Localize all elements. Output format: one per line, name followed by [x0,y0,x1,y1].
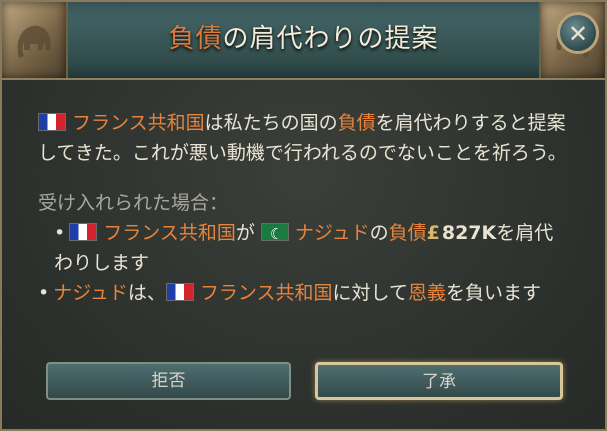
dialog-title: 負債の肩代わりの提案 [66,18,541,55]
debt-amount: 827K [441,222,497,244]
bullet1-debt-word[interactable]: 負債 [389,222,427,244]
message-paragraph: フランス共和国は私たちの国の負債を肩代わりすると提案してきた。これが悪い動機で行… [38,108,569,168]
bullet1-particle: が [235,222,255,244]
message-debt-word[interactable]: 負債 [338,112,376,134]
debt-takeover-dialog: 負債の肩代わりの提案 ✕ フランス共和国は私たちの国の負債を肩代わりすると提案し… [0,0,607,431]
pound-icon: £ [426,222,440,244]
title-rest: の肩代わりの提案 [222,24,439,54]
message-country-link[interactable]: フランス共和国 [72,112,205,134]
bullet2-text1: は、 [127,282,166,304]
bullet2-country[interactable]: フランス共和国 [200,282,333,304]
najd-flag-icon [260,219,289,249]
bullet2-text3: を負います [445,282,541,304]
reject-button[interactable]: 拒否 [46,362,291,400]
bullet-dot: • [38,282,50,304]
effect-bullet-favor: • ナジュドは、 フランス共和国に対して恩義を負います [38,278,569,308]
bullet1-country[interactable]: フランス共和国 [103,222,236,244]
bullet2-text2: に対して [332,282,408,304]
accept-button[interactable]: 了承 [315,362,563,400]
title-debt-word: 負債 [168,24,223,54]
message-text1: は私たちの国の [204,112,338,134]
effect-bullet-debt: •フランス共和国が ナジュドの負債£827Kを肩代わりします [38,218,569,278]
dialog-body: フランス共和国は私たちの国の負債を肩代わりすると提案してきた。これが悪い動機で行… [38,108,569,308]
bullet2-favor-word[interactable]: 恩義 [408,282,446,304]
dialog-header: 負債の肩代わりの提案 ✕ [2,2,605,80]
bullet2-target[interactable]: ナジュド [53,282,128,304]
france-flag-icon [69,223,98,241]
elephant-ornament-icon [2,2,68,78]
if-accepted-label: 受け入れられた場合： [38,192,229,214]
bullet-dot: • [54,222,66,244]
close-button[interactable]: ✕ [557,12,599,54]
france-flag-icon [165,283,194,301]
bullet1-target[interactable]: ナジュド [295,222,370,244]
bullet1-no: の [369,222,389,244]
france-flag-icon [38,113,66,131]
close-icon[interactable]: ✕ [560,20,596,48]
